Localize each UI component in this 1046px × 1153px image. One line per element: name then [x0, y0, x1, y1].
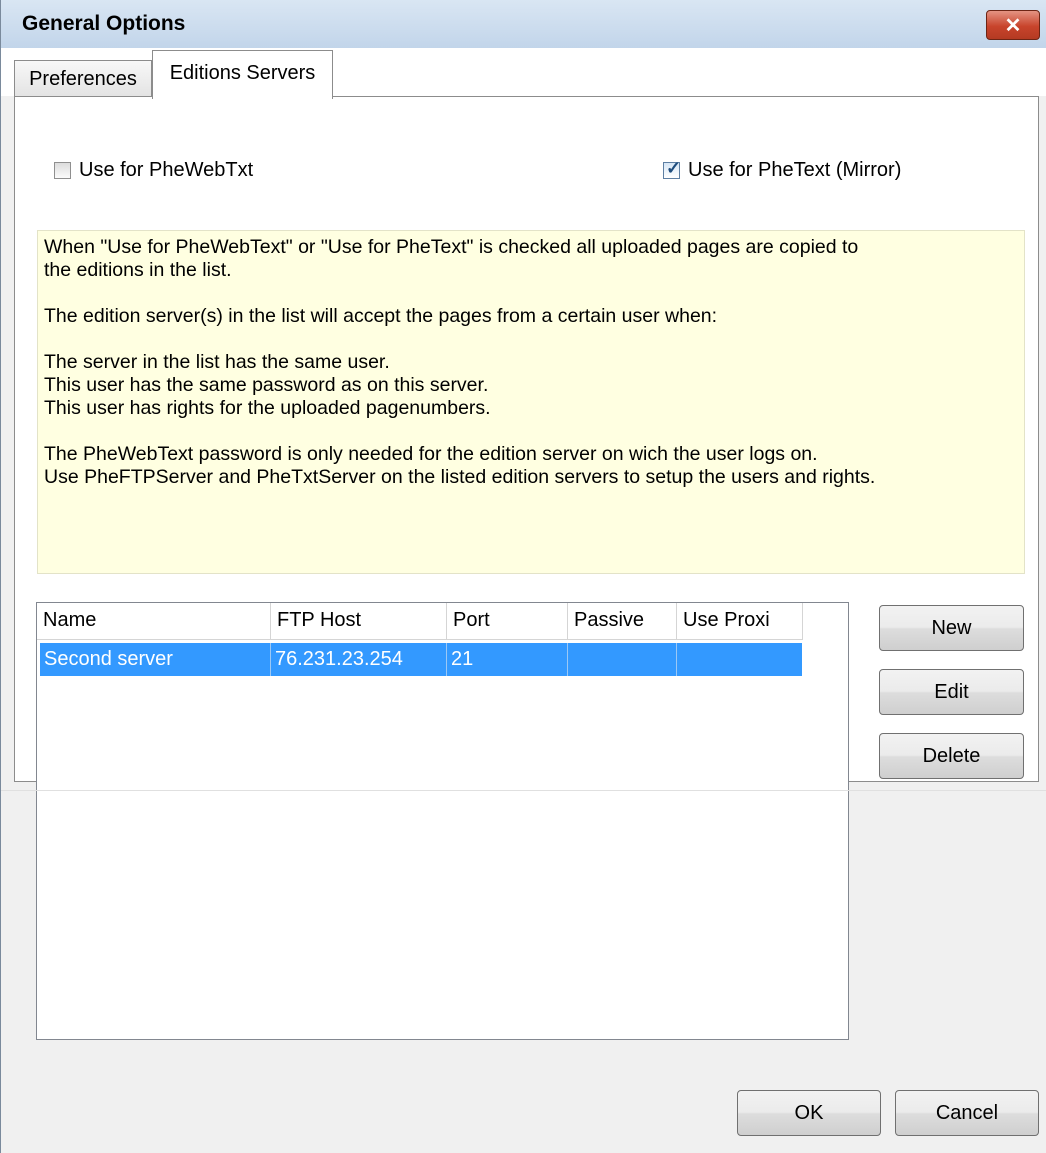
column-header-port[interactable]: Port [447, 603, 568, 640]
column-header-passive[interactable]: Passive [568, 603, 677, 640]
info-line: the editions in the list. [44, 259, 232, 281]
column-header-label: Name [43, 609, 97, 631]
column-header-label: Port [453, 609, 490, 631]
cell-passive [568, 643, 677, 676]
cell-ftp-host: 76.231.23.254 [271, 643, 447, 676]
button-label: Edit [934, 680, 969, 703]
new-button[interactable]: New [879, 605, 1024, 651]
checkmark-icon: ✓ [666, 158, 682, 178]
tab-editions-servers-label: Editions Servers [169, 61, 316, 84]
footer-divider [1, 790, 1046, 791]
info-line: The edition server(s) in the list will a… [44, 305, 718, 327]
edit-button[interactable]: Edit [879, 669, 1024, 715]
tab-preferences-label: Preferences [29, 67, 137, 90]
cell-name: Second server [40, 643, 271, 676]
cancel-button[interactable]: Cancel [895, 1090, 1039, 1136]
tab-preferences[interactable]: Preferences [14, 60, 152, 97]
tab-editions-servers[interactable]: Editions Servers [152, 50, 333, 99]
cell-use-proxi [677, 643, 802, 676]
title-bar: General Options ✕ [1, 0, 1046, 49]
column-header-label: Use Proxi [683, 609, 770, 631]
cell-port: 21 [447, 643, 568, 676]
general-options-dialog: General Options ✕ Preferences Editions S… [0, 0, 1046, 1153]
info-text-box: When "Use for PheWebText" or "Use for Ph… [37, 230, 1025, 574]
column-header-use-proxi[interactable]: Use Proxi [677, 603, 803, 640]
info-line: Use PheFTPServer and PheTxtServer on the… [44, 466, 876, 488]
ok-button[interactable]: OK [737, 1090, 881, 1136]
button-label: OK [794, 1101, 824, 1124]
button-label: Cancel [935, 1101, 999, 1124]
close-icon: ✕ [1004, 14, 1022, 37]
list-header: Name FTP Host Port Passive Use Proxi [37, 603, 803, 640]
checkbox-box[interactable] [54, 162, 71, 179]
info-line: When "Use for PheWebText" or "Use for Ph… [44, 236, 859, 258]
column-header-label: Passive [574, 609, 645, 631]
column-header-name[interactable]: Name [37, 603, 271, 640]
info-line: The PheWebText password is only needed f… [44, 443, 818, 465]
window-title: General Options [22, 12, 186, 35]
checkbox-box[interactable]: ✓ [663, 158, 681, 179]
info-line: The server in the list has the same user… [44, 351, 390, 373]
button-label: New [931, 616, 972, 639]
use-for-phetext-checkbox[interactable]: ✓ Use for PheText (Mirror) [663, 158, 902, 182]
info-line: This user has the same password as on th… [44, 374, 489, 396]
column-header-label: FTP Host [277, 609, 362, 631]
servers-list[interactable]: Name FTP Host Port Passive Use Proxi Sec… [36, 602, 849, 1040]
close-button[interactable]: ✕ [986, 10, 1040, 40]
delete-button[interactable]: Delete [879, 733, 1024, 779]
info-line: This user has rights for the uploaded pa… [44, 397, 491, 419]
use-for-phewebtxt-checkbox[interactable]: Use for PheWebTxt [54, 159, 253, 182]
table-row[interactable]: Second server 76.231.23.254 21 [40, 643, 802, 676]
checkbox-label: Use for PheText (Mirror) [688, 159, 902, 181]
button-label: Delete [922, 744, 981, 767]
column-header-ftp-host[interactable]: FTP Host [271, 603, 447, 640]
checkbox-label: Use for PheWebTxt [79, 159, 254, 181]
